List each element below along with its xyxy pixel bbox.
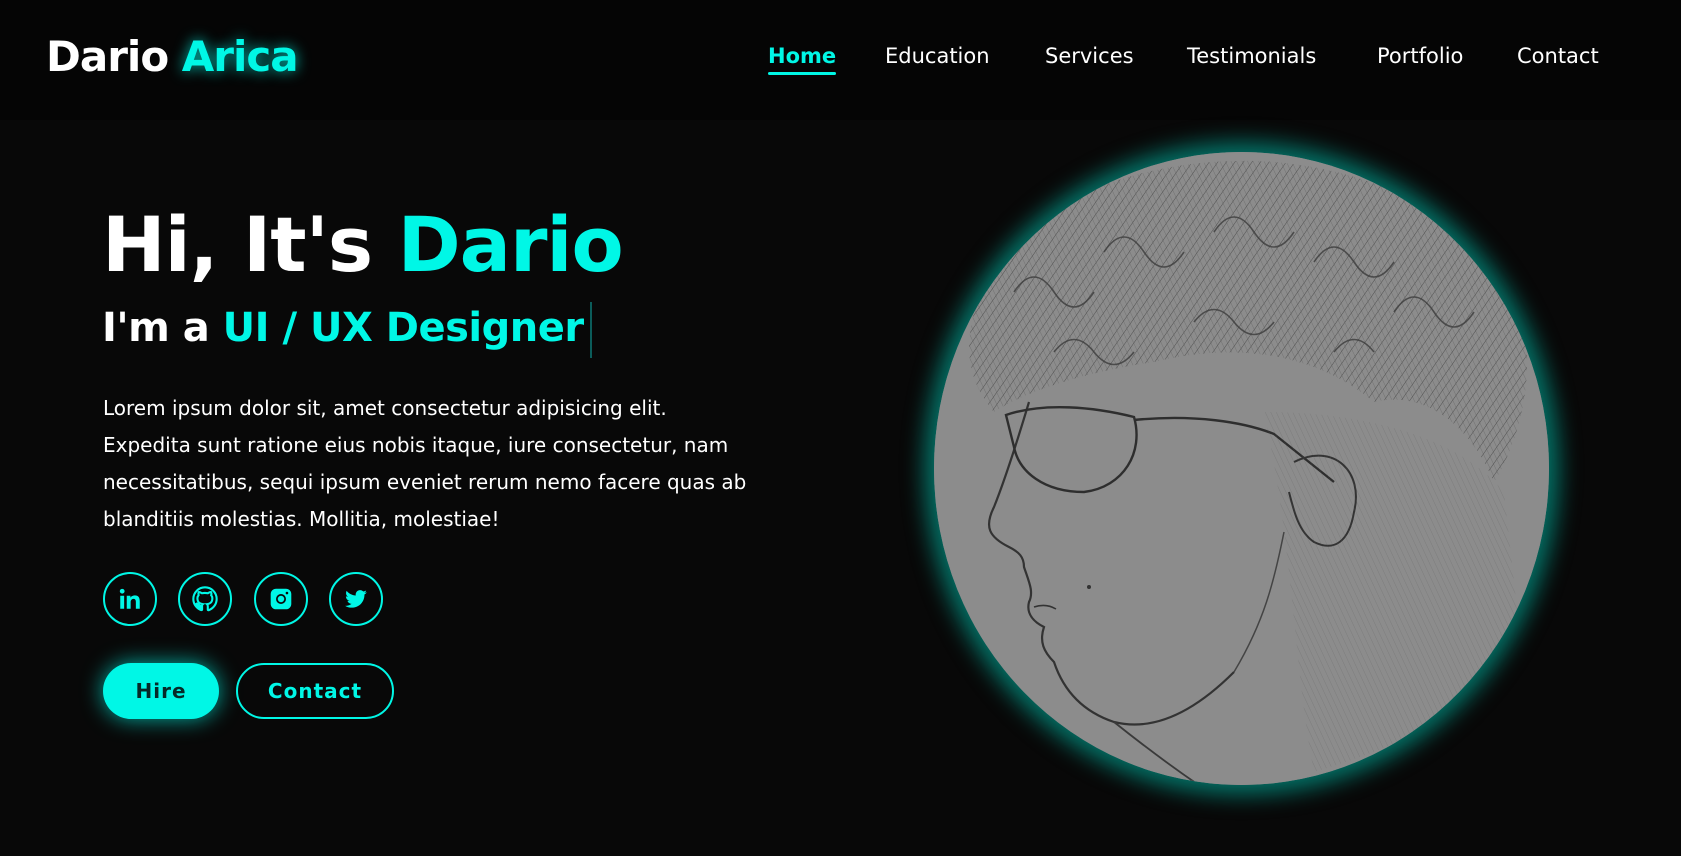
nav-testimonials[interactable]: Testimonials xyxy=(1187,44,1316,68)
logo-first-name: Dario xyxy=(46,32,169,81)
site-header: Dario Arica Home Education Services Test… xyxy=(0,0,1681,120)
role-text: UI / UX Designer xyxy=(222,305,584,351)
logo-last-name: Arica xyxy=(181,32,299,81)
twitter-link[interactable] xyxy=(329,572,383,626)
hero-name: Dario xyxy=(397,200,624,289)
nav-services[interactable]: Services xyxy=(1045,44,1134,68)
hero-title: Hi, It's Dario xyxy=(102,200,624,289)
hero-subtitle: I'm a UI / UX Designer xyxy=(102,302,592,358)
portrait-sketch-image xyxy=(934,152,1549,785)
hero-greeting: Hi, It's xyxy=(102,200,373,289)
nav-home[interactable]: Home xyxy=(768,44,837,75)
profile-portrait xyxy=(934,152,1549,785)
instagram-icon xyxy=(270,588,292,610)
hire-button[interactable]: Hire xyxy=(103,663,219,719)
logo[interactable]: Dario Arica xyxy=(46,32,299,81)
github-link[interactable] xyxy=(178,572,232,626)
twitter-icon xyxy=(344,590,367,608)
nav-portfolio[interactable]: Portfolio xyxy=(1377,44,1463,68)
role-prefix: I'm a xyxy=(102,305,210,351)
nav-education[interactable]: Education xyxy=(885,44,990,68)
contact-button[interactable]: Contact xyxy=(236,663,394,719)
linkedin-link[interactable] xyxy=(103,572,157,626)
instagram-link[interactable] xyxy=(254,572,308,626)
linkedin-icon xyxy=(119,588,140,609)
typing-cursor xyxy=(589,302,592,358)
hero-intro: Lorem ipsum dolor sit, amet consectetur … xyxy=(103,396,747,531)
nav-contact[interactable]: Contact xyxy=(1517,44,1599,68)
github-icon xyxy=(192,586,218,612)
